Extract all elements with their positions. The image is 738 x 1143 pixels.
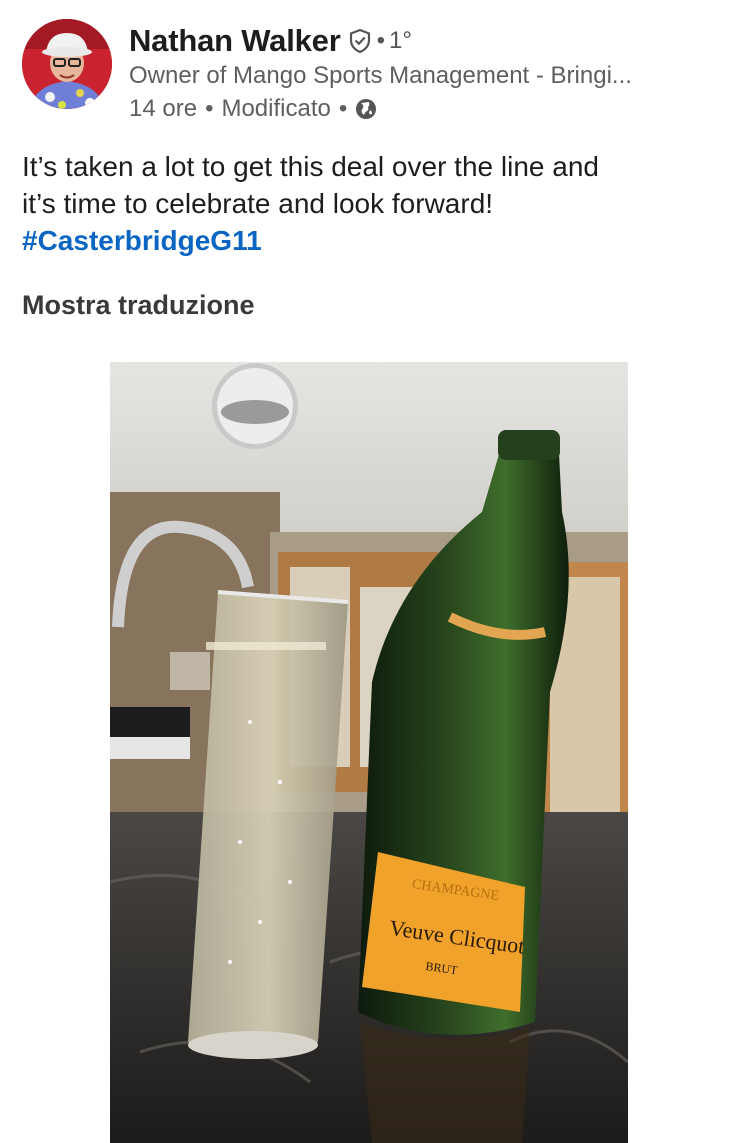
post-header: Nathan Walker • 1° Owner of Mango Sports… — [0, 0, 738, 130]
post-time: 14 ore — [129, 95, 198, 122]
hashtag-link[interactable]: #CasterbridgeG11 — [22, 222, 722, 259]
meta-separator: • — [205, 95, 214, 122]
post-body: It’s taken a lot to get this deal over t… — [22, 148, 722, 259]
connection-degree: 1° — [389, 27, 412, 54]
author-name[interactable]: Nathan Walker — [129, 23, 341, 59]
author-name-row: Nathan Walker • 1° — [129, 22, 412, 60]
post-photo[interactable]: CHAMPAGNE Veuve Clicquot BRUT — [110, 362, 628, 1143]
globe-icon — [355, 98, 377, 120]
post-text-line-2: it’s time to celebrate and look forward! — [22, 188, 494, 219]
degree-separator: • — [376, 27, 385, 54]
post-text-line-1: It’s taken a lot to get this deal over t… — [22, 151, 599, 182]
show-translation-button[interactable]: Mostra traduzione — [22, 290, 255, 321]
author-avatar[interactable] — [22, 19, 112, 109]
verified-shield-icon — [349, 28, 371, 54]
edited-label: Modificato — [221, 95, 331, 122]
meta-separator-2: • — [338, 95, 348, 122]
avatar-image — [22, 19, 112, 109]
post-meta: 14 ore • Modificato • — [129, 94, 377, 124]
champagne-photo: CHAMPAGNE Veuve Clicquot BRUT — [110, 362, 628, 1143]
author-headline: Owner of Mango Sports Management - Bring… — [129, 62, 632, 89]
